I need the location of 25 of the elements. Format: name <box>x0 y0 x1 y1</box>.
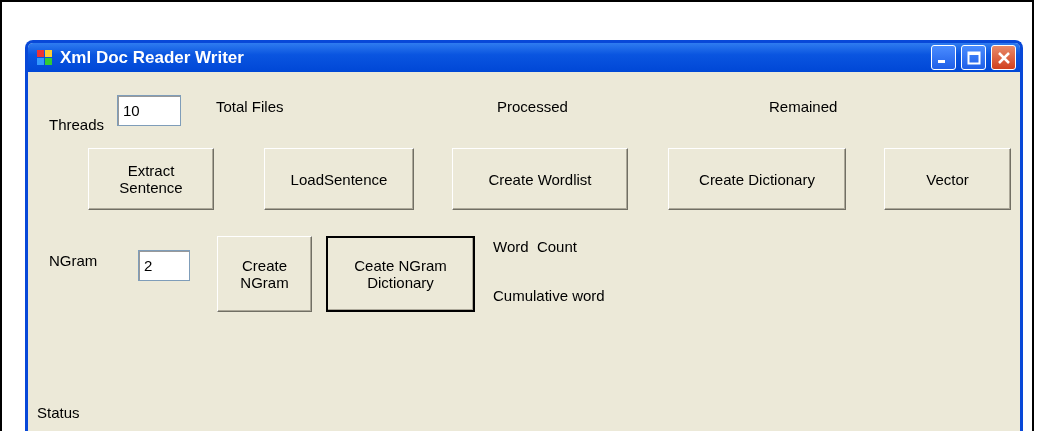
action-button[interactable]: Create Wordlist <box>452 148 628 210</box>
minimize-icon <box>938 60 945 63</box>
counter-label: Total Files <box>216 98 285 115</box>
threads-field[interactable]: 10 <box>117 95 181 126</box>
stat-label: Cumulative word <box>493 287 605 304</box>
counter-label: Remained <box>769 98 838 115</box>
action-button[interactable]: LoadSentence <box>264 148 414 210</box>
action-button[interactable]: Ceate NGram Dictionary <box>326 236 475 312</box>
action-button[interactable]: Create NGram <box>217 236 312 312</box>
status-label: Status <box>37 404 81 421</box>
close-icon <box>996 50 1011 65</box>
ngram-label: NGram <box>49 252 99 269</box>
close-button[interactable] <box>991 45 1016 70</box>
window-title: Xml Doc Reader Writer <box>60 47 245 68</box>
action-button[interactable]: Extract Sentence <box>88 148 214 210</box>
counter-label: Processed <box>497 98 569 115</box>
action-button[interactable]: Vector <box>884 148 1011 210</box>
maximize-icon <box>966 50 981 65</box>
maximize-button[interactable] <box>961 45 986 70</box>
threads-label: Threads <box>49 116 106 133</box>
app-icon <box>36 48 54 67</box>
stat-label: Word Count <box>493 238 578 255</box>
ngram-field[interactable]: 2 <box>138 250 190 281</box>
minimize-button[interactable] <box>931 45 956 70</box>
action-button[interactable]: Create Dictionary <box>668 148 846 210</box>
